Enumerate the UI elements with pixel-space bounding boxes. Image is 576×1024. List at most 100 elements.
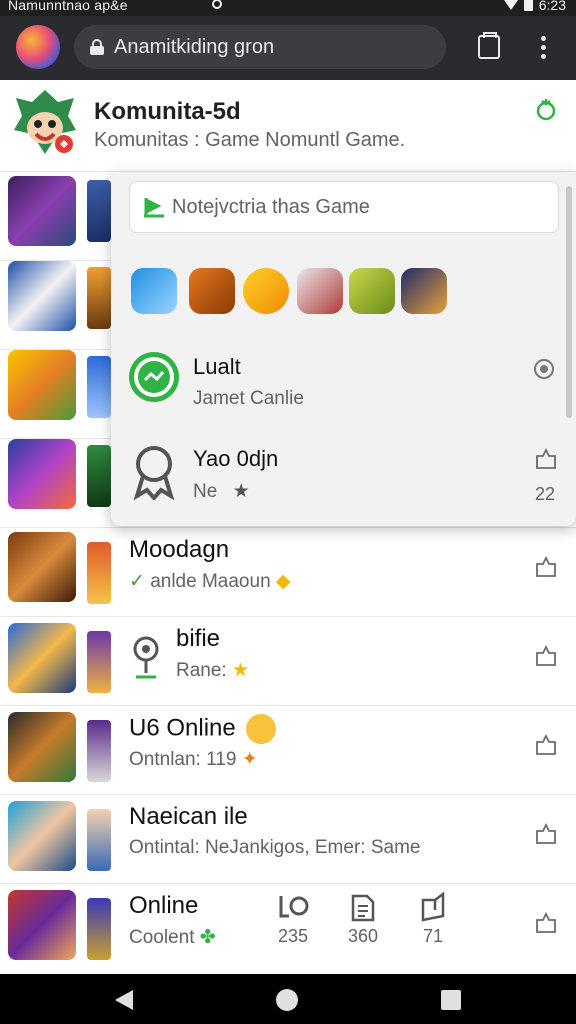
row-subtitle-text: Rane:: [176, 660, 227, 681]
search-placeholder: Notejvctria thas Game: [172, 196, 370, 218]
bag-icon: [408, 891, 458, 922]
list-item[interactable]: U6 Online Ontnlan: 119 ✦: [0, 706, 576, 795]
recents-icon[interactable]: [441, 990, 461, 1010]
emoji-face-icon: [246, 714, 277, 744]
row-subtitle: Rane: ★: [176, 659, 249, 682]
row-subtitle: Ontnlan: 119 ✦: [129, 748, 258, 771]
document-icon: [338, 892, 388, 922]
search-dropdown: Notejvctria thas Game Lualt Jamet Canlie…: [111, 172, 576, 526]
stat-views: 235: [268, 892, 318, 947]
badge-icon: ✦: [241, 749, 258, 770]
game-thumbnail-secondary: [87, 898, 111, 960]
popup-item-subtitle: Jamet Canlie: [193, 388, 304, 409]
popup-item-lualt[interactable]: Lualt Jamet Canlie: [129, 348, 554, 418]
search-input[interactable]: Notejvctria thas Game: [129, 181, 559, 233]
game-cube-icon[interactable]: [131, 268, 177, 314]
game-capsule-icon[interactable]: [243, 268, 289, 314]
game-thumbnail: [8, 350, 76, 420]
share-icon[interactable]: [535, 911, 557, 934]
row-subtitle: Coolent ✤: [129, 926, 216, 949]
game-thumbnail-secondary: [87, 809, 111, 871]
row-subtitle-text: Coolent: [129, 927, 195, 948]
game-thumbnail-secondary: [87, 180, 111, 242]
game-hex-icon[interactable]: [401, 268, 447, 314]
clover-icon: ✤: [199, 927, 216, 948]
popup-item-yao[interactable]: Yao 0djn Ne ★ 22: [129, 440, 556, 510]
status-icons: 6:23: [503, 0, 566, 13]
battery-icon: [523, 0, 533, 11]
overflow-menu-icon[interactable]: [540, 36, 548, 62]
row-title: U6 Online: [129, 714, 277, 744]
url-text: Anamitkiding gron: [114, 36, 275, 58]
status-time: 6:23: [538, 0, 566, 13]
page-subtitle: Komunitas : Game Nomuntl Game.: [94, 129, 406, 151]
game-thumbnail: [8, 801, 76, 871]
system-nav-bar: [0, 974, 576, 1024]
popup-item-subtitle-text: Ne: [193, 481, 218, 502]
address-bar[interactable]: Anamitkiding gron: [74, 25, 446, 69]
game-thumbnail-secondary: [87, 445, 111, 507]
share-icon[interactable]: [535, 644, 557, 667]
profile-avatar[interactable]: [16, 25, 60, 69]
row-title: Moodagn: [129, 536, 230, 563]
browser-toolbar: Anamitkiding gron: [0, 16, 576, 80]
popup-item-title: Lualt: [193, 354, 241, 379]
list-item[interactable]: Moodagn ✓ anlde Maaoun ◆: [0, 528, 576, 617]
game-thumbnail: [8, 439, 76, 509]
popup-item-title: Yao 0djn: [193, 446, 279, 471]
notification-icon: [212, 0, 222, 9]
row-title: Online: [129, 892, 199, 919]
row-title: bifie: [176, 625, 221, 652]
game-thumbnail-secondary: [87, 542, 111, 604]
game-thumbnail: [8, 623, 76, 693]
game-thumbnail-secondary: [87, 267, 111, 329]
app-logo: [12, 88, 78, 158]
game-thumbnail: [8, 532, 76, 602]
row-subtitle: ✓ anlde Maaoun ◆: [129, 570, 291, 593]
members-count: 71: [422, 926, 444, 946]
star-icon: ★: [231, 660, 250, 681]
views-count: 235: [277, 926, 309, 946]
status-text: Namunntnao ap&e: [8, 0, 128, 13]
game-dice-icon[interactable]: [297, 268, 343, 314]
game-thumbnail: [8, 176, 76, 246]
share-icon[interactable]: [535, 822, 557, 845]
game-box-icon[interactable]: [189, 268, 235, 314]
game-thumbnail: [8, 261, 76, 331]
refresh-icon[interactable]: [534, 98, 558, 122]
row-title: Naeican ile: [129, 803, 248, 830]
game-thumbnail: [8, 890, 76, 960]
row-subtitle: Ontintal: NeJankigos, Emer: Same: [129, 837, 421, 858]
wifi-icon: [503, 0, 518, 10]
home-icon[interactable]: [276, 989, 298, 1011]
list-item[interactable]: Online Coolent ✤ 235 360 71: [0, 884, 576, 973]
badge-icon: ◆: [275, 571, 291, 592]
posts-count: 360: [347, 926, 379, 946]
popup-item-count: 22: [535, 484, 556, 504]
back-icon[interactable]: [115, 990, 133, 1010]
share-icon[interactable]: [535, 733, 557, 756]
stat-members: 71: [408, 891, 458, 947]
app-header: Komunita-5d Komunitas : Game Nomuntl Gam…: [0, 80, 576, 172]
game-thumbnail-secondary: [87, 356, 111, 418]
star-icon: ★: [232, 481, 250, 502]
stat-posts: 360: [338, 892, 388, 947]
location-icon: [130, 633, 162, 681]
game-thumbnail-secondary: [87, 720, 111, 782]
share-icon[interactable]: [535, 555, 557, 578]
chat-bubble-icon: [129, 352, 179, 402]
tag-icon: ✓: [129, 571, 145, 592]
list-item[interactable]: bifie Rane: ★: [0, 617, 576, 706]
page-title: Komunita-5d: [94, 98, 241, 125]
lock-icon: [90, 39, 104, 55]
row-title-text: U6 Online: [129, 714, 236, 742]
share-icon[interactable]: [535, 447, 557, 475]
scrollbar[interactable]: [566, 186, 572, 418]
target-icon[interactable]: [533, 358, 555, 385]
game-map-icon[interactable]: [349, 268, 395, 314]
popup-item-subtitle: Ne ★: [193, 480, 250, 503]
list-item[interactable]: Naeican ile Ontintal: NeJankigos, Emer: …: [0, 795, 576, 884]
row-subtitle-text: anlde Maaoun: [150, 571, 271, 592]
tabs-icon[interactable]: [478, 32, 500, 59]
game-thumbnail-secondary: [87, 631, 111, 693]
